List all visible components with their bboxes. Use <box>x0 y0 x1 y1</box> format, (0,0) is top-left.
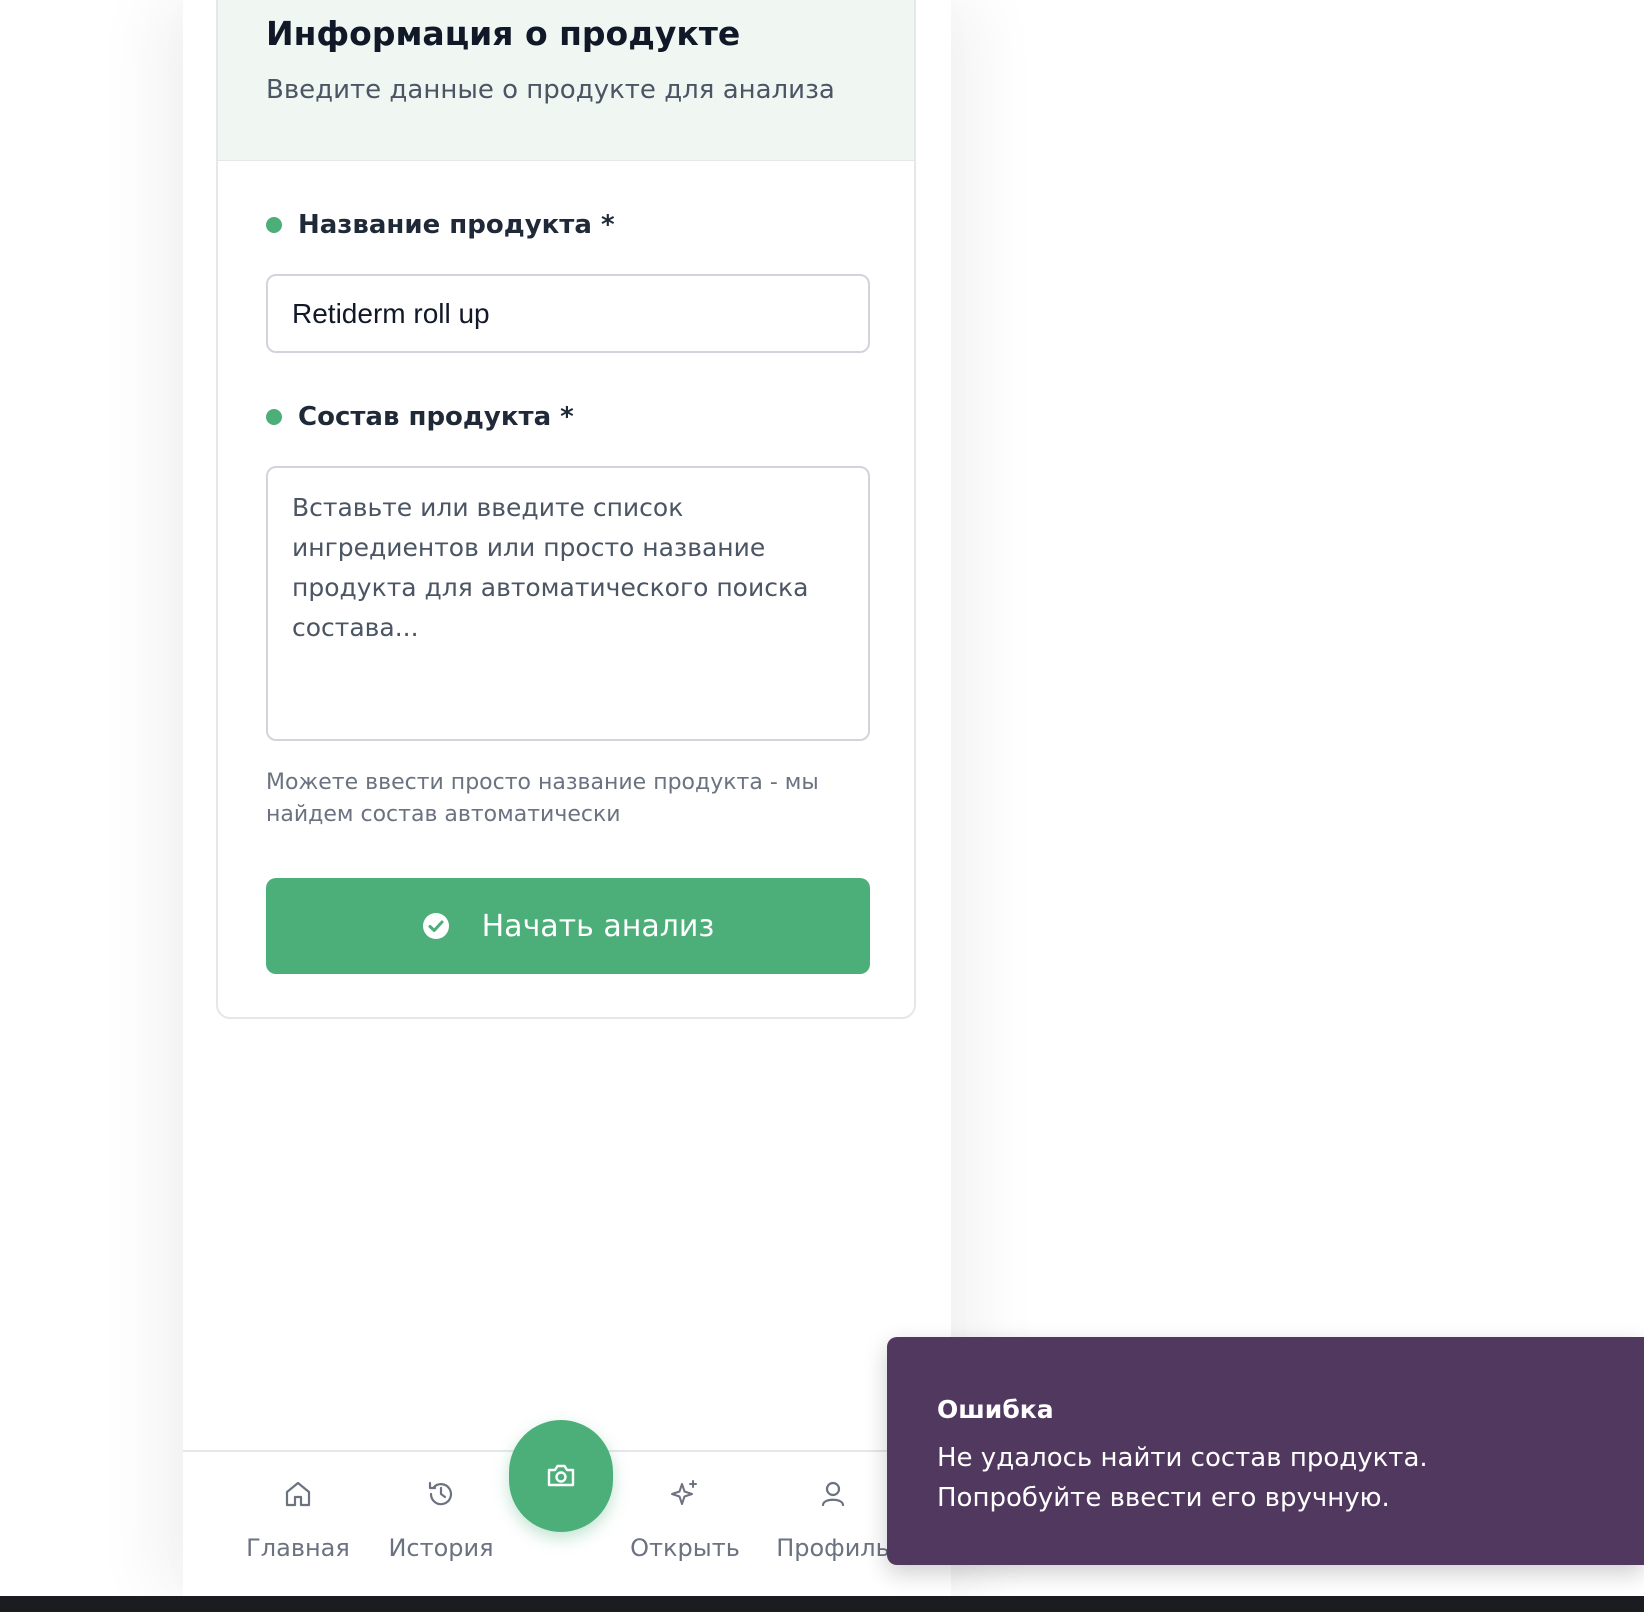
required-dot <box>266 409 282 425</box>
camera-icon <box>547 1464 575 1487</box>
user-icon <box>821 1481 845 1507</box>
nav-label-home: Главная <box>246 1534 350 1562</box>
home-icon <box>285 1481 311 1507</box>
toast-message: Не удалось найти состав продукта. Попроб… <box>937 1443 1428 1513</box>
nav-label-profile: Профиль <box>776 1534 890 1562</box>
product-info-card: Информация о продукте Введите данные о п… <box>216 0 916 1019</box>
error-toast[interactable]: Ошибка Не удалось найти состав продукта.… <box>887 1337 1644 1565</box>
nav-item-history[interactable]: История <box>381 1452 501 1598</box>
taskbar-strip <box>0 1596 1644 1612</box>
nav-label-discover: Открыть <box>630 1534 740 1562</box>
product-name-label: Название продукта * <box>266 210 615 240</box>
nav-item-profile[interactable]: Профиль <box>773 1452 893 1598</box>
start-analysis-button[interactable]: Начать анализ <box>266 878 870 974</box>
hint-text: Можете ввести просто название продукта -… <box>266 770 819 827</box>
card-title: Информация о продукте <box>266 14 741 53</box>
start-analysis-label: Начать анализ <box>481 908 715 944</box>
composition-textarea[interactable] <box>266 466 870 741</box>
composition-label: Состав продукта * <box>266 402 574 432</box>
card-header: Информация о продукте Введите данные о п… <box>218 0 914 161</box>
product-name-input[interactable] <box>266 274 870 353</box>
composition-label-text: Состав продукта * <box>298 402 574 432</box>
toast-title: Ошибка <box>937 1395 1054 1424</box>
nav-item-home[interactable]: Главная <box>238 1452 358 1598</box>
sparkles-icon <box>671 1480 697 1505</box>
nav-label-history: История <box>388 1534 494 1562</box>
history-icon <box>428 1481 453 1506</box>
camera-button[interactable] <box>509 1420 613 1532</box>
required-dot <box>266 217 282 233</box>
nav-item-discover[interactable]: Открыть <box>625 1452 745 1598</box>
product-name-label-text: Название продукта * <box>298 210 615 240</box>
check-circle-icon <box>422 913 449 939</box>
card-subtitle: Введите данные о продукте для анализа <box>266 75 835 105</box>
